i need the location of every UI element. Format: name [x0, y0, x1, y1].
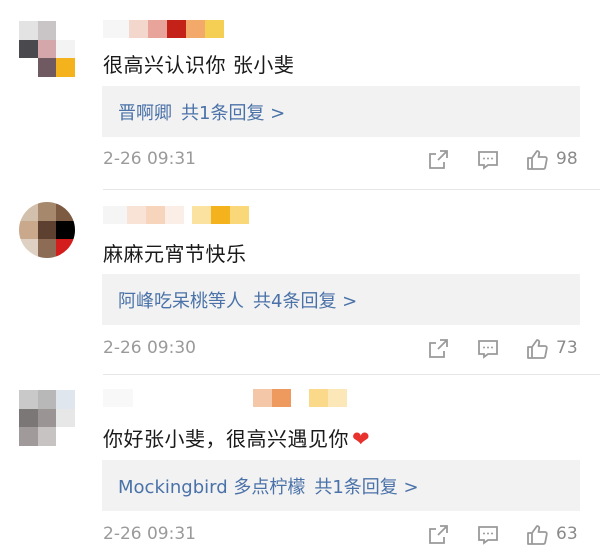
comment-date: 2-26 09:31: [103, 149, 196, 169]
reply-summary[interactable]: 晋啊卿 共1条回复 >: [102, 86, 580, 137]
thumbs-up-icon[interactable]: [525, 337, 549, 361]
username-redacted[interactable]: [103, 20, 224, 38]
comment-meta: 2-26 09:31 98: [103, 148, 583, 172]
avatar[interactable]: [19, 390, 75, 446]
comment-text: 麻麻元宵节快乐: [103, 242, 247, 266]
reply-count[interactable]: 共1条回复 >: [314, 473, 418, 499]
like-count: 73: [556, 338, 578, 358]
comment-item: 你好张小斐，很高兴遇见你 ❤ Mockingbird 多点柠檬 共1条回复 > 2…: [0, 375, 600, 555]
comment-text: 很高兴认识你 张小斐: [103, 53, 295, 77]
comment-item: 很高兴认识你 张小斐 晋啊卿 共1条回复 > 2-26 09:31 98: [0, 0, 600, 190]
comment-icon[interactable]: [476, 148, 500, 172]
comment-icon[interactable]: [476, 337, 500, 361]
reply-summary[interactable]: 阿峰吃呆桃等人 共4条回复 >: [102, 274, 580, 325]
comment-date: 2-26 09:30: [103, 338, 196, 358]
reply-count[interactable]: 共4条回复 >: [253, 287, 357, 313]
like-count: 63: [556, 524, 578, 544]
reply-names[interactable]: 阿峰吃呆桃等人: [118, 287, 244, 313]
forward-icon[interactable]: [426, 148, 450, 172]
username-redacted[interactable]: [103, 389, 347, 407]
username-redacted[interactable]: [103, 206, 249, 224]
comment-item: 麻麻元宵节快乐 阿峰吃呆桃等人 共4条回复 > 2-26 09:30 73: [0, 190, 600, 375]
forward-icon[interactable]: [426, 523, 450, 547]
avatar[interactable]: [19, 21, 75, 77]
reply-count[interactable]: 共1条回复 >: [181, 99, 285, 125]
thumbs-up-icon[interactable]: [525, 148, 549, 172]
like-count: 98: [556, 149, 578, 169]
comment-meta: 2-26 09:30 73: [103, 337, 583, 361]
reply-names[interactable]: 晋啊卿: [118, 99, 172, 125]
thumbs-up-icon[interactable]: [525, 523, 549, 547]
reply-summary[interactable]: Mockingbird 多点柠檬 共1条回复 >: [102, 460, 580, 511]
comment-icon[interactable]: [476, 523, 500, 547]
forward-icon[interactable]: [426, 337, 450, 361]
heart-icon: ❤: [352, 427, 371, 451]
comment-meta: 2-26 09:31 63: [103, 523, 583, 547]
avatar[interactable]: [19, 202, 75, 258]
reply-names[interactable]: Mockingbird 多点柠檬: [118, 473, 305, 499]
comment-date: 2-26 09:31: [103, 524, 196, 544]
comment-text: 你好张小斐，很高兴遇见你 ❤: [103, 427, 371, 451]
